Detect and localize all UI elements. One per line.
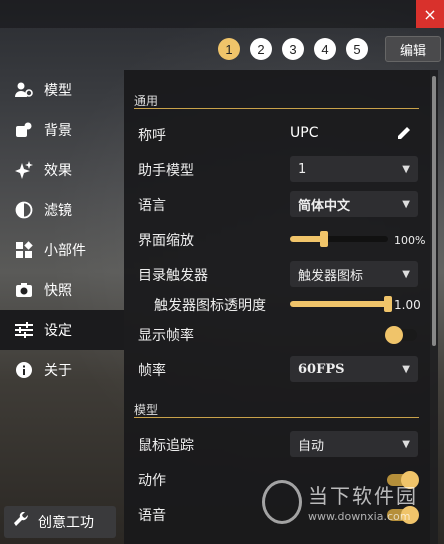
chevron-down-icon: ▼ bbox=[402, 268, 410, 280]
watermark: 当下软件园 www.downxia.com bbox=[262, 476, 442, 542]
assistant-model-select[interactable]: 1 ▼ bbox=[290, 156, 418, 182]
ui-scale-value: 100% bbox=[394, 234, 426, 247]
chevron-down-icon: ▼ bbox=[402, 438, 410, 450]
motion-label: 动作 bbox=[138, 473, 166, 489]
directory-trigger-label: 目录触发器 bbox=[138, 268, 208, 284]
section-general-title: 通用 bbox=[134, 94, 159, 108]
slider-fill bbox=[290, 301, 388, 307]
watermark-logo bbox=[262, 480, 302, 524]
section-divider bbox=[134, 108, 419, 109]
assistant-model-value: 1 bbox=[298, 161, 307, 177]
edit-button[interactable]: 编辑 bbox=[385, 36, 441, 62]
close-icon: × bbox=[423, 4, 437, 24]
fps-value: 60FPS bbox=[298, 361, 345, 377]
settings-scrollbar[interactable] bbox=[430, 70, 438, 544]
scroll-thumb[interactable] bbox=[432, 76, 436, 346]
sidebar-item-label: 效果 bbox=[44, 163, 72, 179]
widgets-icon bbox=[14, 240, 34, 260]
creative-workshop-label: 创意工功 bbox=[38, 515, 94, 531]
creative-workshop-button[interactable]: 创意工功 bbox=[4, 506, 116, 538]
page-button-4[interactable]: 4 bbox=[314, 38, 336, 60]
page-selector: 1 2 3 4 5 bbox=[218, 38, 368, 60]
ui-scale-label: 界面缩放 bbox=[138, 233, 194, 249]
section-model-title: 模型 bbox=[134, 403, 159, 417]
sliders-icon bbox=[14, 320, 34, 340]
nickname-value: UPC bbox=[290, 125, 319, 141]
directory-trigger-select[interactable]: 触发器图标 ▼ bbox=[290, 261, 418, 287]
trigger-opacity-value: 1.00 bbox=[394, 298, 421, 312]
fps-select[interactable]: 60FPS ▼ bbox=[290, 356, 418, 382]
mouse-tracking-value: 自动 bbox=[298, 438, 325, 454]
sparkle-icon bbox=[14, 160, 34, 180]
person-gear-icon bbox=[14, 80, 34, 100]
sidebar-item-settings[interactable]: 设定 bbox=[0, 310, 124, 350]
slider-knob[interactable] bbox=[320, 231, 329, 247]
watermark-name: 当下软件园 bbox=[308, 484, 418, 508]
mouse-tracking-select[interactable]: 自动 ▼ bbox=[290, 431, 418, 457]
chevron-down-icon: ▼ bbox=[402, 163, 410, 175]
toggle-knob bbox=[385, 326, 403, 344]
sidebar-item-label: 快照 bbox=[44, 283, 72, 299]
sidebar-item-label: 关于 bbox=[44, 363, 72, 379]
show-fps-toggle[interactable] bbox=[385, 326, 417, 344]
nickname-label: 称呼 bbox=[138, 128, 166, 144]
mouse-tracking-label: 鼠标追踪 bbox=[138, 438, 194, 454]
slider-knob[interactable] bbox=[384, 296, 392, 312]
info-icon bbox=[14, 360, 34, 380]
page-button-2[interactable]: 2 bbox=[250, 38, 272, 60]
wrench-icon bbox=[14, 511, 30, 532]
settings-panel: 通用 称呼 UPC 助手模型 1 ▼ 语言 简体中文 ▼ 界面缩放 100% 目… bbox=[124, 70, 430, 544]
language-select[interactable]: 简体中文 ▼ bbox=[290, 191, 418, 217]
ui-scale-slider[interactable] bbox=[290, 231, 388, 247]
sidebar-item-label: 设定 bbox=[44, 323, 72, 339]
sidebar-item-filters[interactable]: 滤镜 bbox=[0, 190, 124, 230]
chevron-down-icon: ▼ bbox=[402, 198, 410, 210]
section-divider bbox=[134, 417, 419, 418]
page-button-5[interactable]: 5 bbox=[346, 38, 368, 60]
sidebar-item-background[interactable]: 背景 bbox=[0, 110, 124, 150]
sidebar-item-about[interactable]: 关于 bbox=[0, 350, 124, 390]
assistant-model-label: 助手模型 bbox=[138, 163, 194, 179]
watermark-url: www.downxia.com bbox=[308, 510, 411, 523]
sidebar-item-label: 背景 bbox=[44, 123, 72, 139]
image-icon bbox=[14, 120, 34, 140]
contrast-icon bbox=[14, 200, 34, 220]
page-button-3[interactable]: 3 bbox=[282, 38, 304, 60]
show-fps-label: 显示帧率 bbox=[138, 328, 194, 344]
sidebar-item-label: 模型 bbox=[44, 83, 72, 99]
camera-icon bbox=[14, 280, 34, 300]
page-button-1[interactable]: 1 bbox=[218, 38, 240, 60]
slider-fill bbox=[290, 236, 325, 242]
chevron-down-icon: ▼ bbox=[402, 363, 410, 375]
pencil-icon[interactable] bbox=[396, 125, 412, 145]
sidebar-item-model[interactable]: 模型 bbox=[0, 70, 124, 110]
sidebar: 模型 背景 效果 滤镜 小部件 快照 设定 关于 bbox=[0, 70, 124, 390]
language-label: 语言 bbox=[138, 198, 166, 214]
voice-label: 语音 bbox=[138, 508, 166, 524]
trigger-opacity-slider[interactable] bbox=[290, 296, 392, 312]
sidebar-item-label: 滤镜 bbox=[44, 203, 72, 219]
language-value: 简体中文 bbox=[298, 198, 351, 214]
trigger-opacity-label: 触发器图标透明度 bbox=[154, 298, 266, 314]
sidebar-item-effects[interactable]: 效果 bbox=[0, 150, 124, 190]
directory-trigger-value: 触发器图标 bbox=[298, 268, 364, 284]
close-button[interactable]: × bbox=[416, 0, 444, 28]
fps-label: 帧率 bbox=[138, 363, 166, 379]
sidebar-item-widgets[interactable]: 小部件 bbox=[0, 230, 124, 270]
title-bar: × bbox=[0, 0, 444, 28]
sidebar-item-snapshot[interactable]: 快照 bbox=[0, 270, 124, 310]
sidebar-item-label: 小部件 bbox=[44, 243, 86, 259]
